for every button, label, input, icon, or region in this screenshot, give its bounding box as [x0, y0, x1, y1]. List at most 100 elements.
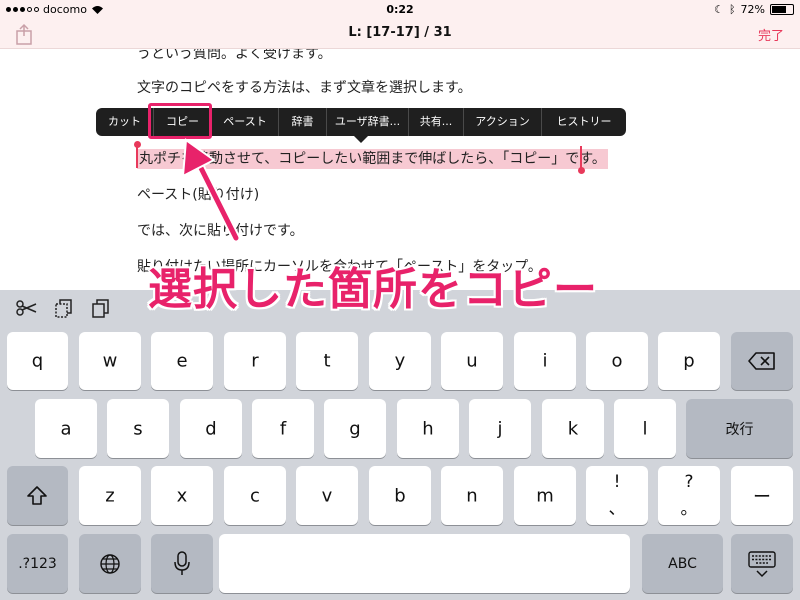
- delete-icon: [748, 352, 775, 370]
- numbers-key[interactable]: .?123: [7, 534, 68, 593]
- key-label: u: [466, 350, 478, 372]
- key-d[interactable]: d: [180, 399, 242, 458]
- key-label: p: [683, 350, 695, 372]
- paste-icon[interactable]: [88, 295, 114, 321]
- key-s[interactable]: s: [107, 399, 169, 458]
- menu-dictionary[interactable]: 辞書: [279, 108, 327, 136]
- abc-key[interactable]: ABC: [642, 534, 723, 593]
- key-label: b: [394, 485, 406, 506]
- status-bar: docomo 0:22 ☾ ᛒ 72%: [0, 0, 800, 20]
- key-label: d: [205, 418, 217, 439]
- key-label: l: [642, 418, 648, 439]
- menu-cut[interactable]: カット: [96, 108, 154, 136]
- key-label: c: [250, 485, 260, 506]
- menu-user-dictionary[interactable]: ユーザ辞書...: [327, 108, 409, 136]
- key-question-period[interactable]: ? 。: [658, 466, 720, 525]
- battery-icon: [770, 4, 794, 15]
- key-label: ー: [753, 486, 771, 508]
- key-x[interactable]: x: [151, 466, 213, 525]
- key-label: g: [349, 418, 361, 439]
- key-label: e: [176, 350, 188, 372]
- key-label: w: [102, 350, 118, 372]
- key-label: v: [321, 485, 333, 506]
- key-z[interactable]: z: [79, 466, 141, 525]
- key-l[interactable]: l: [614, 399, 676, 458]
- key-c[interactable]: c: [224, 466, 286, 525]
- key-label: r: [251, 350, 259, 372]
- key-i[interactable]: i: [514, 332, 576, 390]
- moon-icon: ☾: [714, 3, 724, 16]
- key-f[interactable]: f: [252, 399, 314, 458]
- scissors-icon[interactable]: [14, 295, 40, 321]
- copy-icon[interactable]: [51, 295, 77, 321]
- key-label-top: ?: [684, 472, 694, 492]
- shift-icon: [27, 486, 47, 505]
- menu-action[interactable]: アクション: [464, 108, 542, 136]
- globe-key[interactable]: [79, 534, 141, 593]
- key-w[interactable]: w: [79, 332, 141, 390]
- key-m[interactable]: m: [514, 466, 576, 525]
- microphone-key[interactable]: [151, 534, 213, 593]
- shift-key[interactable]: [7, 466, 68, 525]
- key-label: n: [466, 485, 478, 506]
- key-label: .?123: [18, 555, 57, 572]
- software-keyboard: q w e r t y u i o p a s d f g h j k l 改行…: [0, 290, 800, 600]
- document-title: L: [17-17] / 31: [348, 25, 452, 40]
- key-b[interactable]: b: [369, 466, 431, 525]
- menu-history[interactable]: ヒストリー: [542, 108, 626, 136]
- selection-end-caret: [580, 146, 582, 168]
- return-key[interactable]: 改行: [686, 399, 793, 458]
- delete-key[interactable]: [731, 332, 793, 390]
- annotation-caption: 選択した箇所をコピー: [148, 264, 598, 315]
- key-g[interactable]: g: [324, 399, 386, 458]
- key-label-bottom: 。: [680, 499, 698, 519]
- key-u[interactable]: u: [441, 332, 503, 390]
- key-n[interactable]: n: [441, 466, 503, 525]
- key-r[interactable]: r: [224, 332, 286, 390]
- space-bar[interactable]: [219, 534, 630, 593]
- bluetooth-icon: ᛒ: [728, 3, 736, 16]
- text-line: 文字のコピペをする方法は、まず文章を選択します。: [137, 80, 472, 96]
- menu-share[interactable]: 共有...: [409, 108, 464, 136]
- key-y[interactable]: y: [369, 332, 431, 390]
- key-o[interactable]: o: [586, 332, 648, 390]
- status-time: 0:22: [386, 3, 414, 16]
- key-exclaim-comma[interactable]: ! 、: [586, 466, 648, 525]
- hide-keyboard-key[interactable]: [731, 534, 793, 593]
- key-long-dash[interactable]: ー: [731, 466, 793, 525]
- key-label: q: [31, 350, 44, 372]
- key-e[interactable]: e: [151, 332, 213, 390]
- key-q[interactable]: q: [7, 332, 68, 390]
- text-selection: 丸ポチを移動させて、コピーしたい範囲まで伸ばしたら、「コピー」です。: [137, 149, 608, 169]
- menu-paste[interactable]: ペースト: [212, 108, 279, 136]
- key-label: j: [497, 418, 503, 439]
- key-label: f: [279, 418, 287, 439]
- key-h[interactable]: h: [397, 399, 459, 458]
- key-label: o: [611, 350, 623, 372]
- key-label: m: [536, 485, 554, 506]
- key-label: i: [542, 350, 548, 372]
- key-label-bottom: 、: [608, 499, 626, 519]
- key-j[interactable]: j: [469, 399, 531, 458]
- key-label: y: [394, 350, 406, 372]
- key-a[interactable]: a: [35, 399, 97, 458]
- key-label: h: [422, 418, 434, 439]
- hide-keyboard-icon: [748, 551, 776, 578]
- key-label: t: [323, 350, 331, 372]
- key-t[interactable]: t: [296, 332, 358, 390]
- menu-pointer: [354, 136, 368, 143]
- key-label: a: [60, 418, 72, 439]
- key-label: z: [105, 485, 115, 506]
- selected-text-line[interactable]: 丸ポチを移動させて、コピーしたい範囲まで伸ばしたら、「コピー」です。: [137, 148, 608, 169]
- key-k[interactable]: k: [542, 399, 604, 458]
- key-label: 改行: [725, 421, 754, 438]
- key-label: x: [176, 485, 188, 506]
- selection-end-handle[interactable]: [578, 167, 585, 174]
- text-line: では、次に貼り付けです。: [137, 223, 304, 239]
- status-right: ☾ ᛒ 72%: [714, 3, 794, 16]
- key-p[interactable]: p: [658, 332, 720, 390]
- text-line: ペースト(貼り付け): [137, 187, 260, 203]
- microphone-icon: [174, 551, 190, 575]
- done-button[interactable]: 完了: [758, 25, 784, 44]
- key-v[interactable]: v: [296, 466, 358, 525]
